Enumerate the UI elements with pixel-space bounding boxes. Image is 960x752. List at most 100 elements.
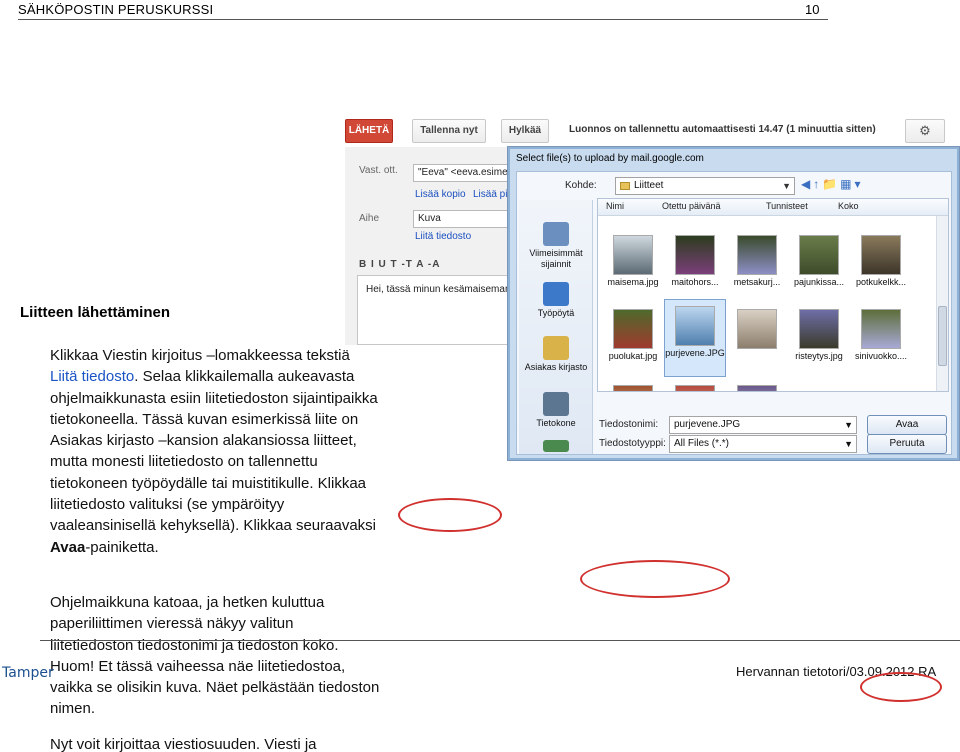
place-library[interactable]: Asiakas kirjasto	[519, 336, 593, 373]
column-tags[interactable]: Tunnisteet	[766, 201, 808, 211]
desktop-icon	[543, 282, 569, 306]
place-recent[interactable]: Viimeisimmät sijainnit	[519, 222, 593, 270]
lookin-label: Kohde:	[565, 180, 597, 191]
send-button[interactable]: LÄHETÄ	[345, 119, 393, 143]
cancel-button[interactable]: Peruuta	[867, 434, 947, 454]
file-thumbnail[interactable]: maisema.jpg	[602, 229, 664, 299]
chevron-down-icon: ▼	[782, 181, 791, 191]
file-name: maisema.jpg	[607, 277, 659, 287]
file-thumbnail[interactable]: pajunkissa...	[788, 229, 850, 299]
computer-icon	[543, 392, 569, 416]
section-heading: Liitteen lähettäminen	[20, 304, 171, 321]
file-thumbnail[interactable]: potkukelkk...	[850, 229, 912, 299]
p1-text-a: Klikkaa Viestin kirjoitus –lomakkeessa t…	[50, 347, 350, 364]
dialog-title: Select file(s) to upload by mail.google.…	[516, 153, 704, 164]
file-name: pajunkissa...	[793, 277, 845, 287]
file-list: Nimi Otettu päivänä Tunnisteet Koko mais…	[597, 198, 949, 392]
column-date[interactable]: Otettu päivänä	[662, 201, 721, 211]
save-now-button[interactable]: Tallenna nyt	[412, 119, 486, 143]
subject-label: Aihe	[359, 213, 380, 224]
open-button[interactable]: Avaa	[867, 415, 947, 435]
library-icon	[543, 336, 569, 360]
place-recent-label: Viimeisimmät sijainnit	[529, 248, 583, 269]
chevron-down-icon: ▼	[844, 420, 853, 430]
file-list-columns: Nimi Otettu päivänä Tunnisteet Koko	[598, 199, 948, 216]
filetype-value: All Files (*.*)	[674, 438, 730, 449]
column-size[interactable]: Koko	[838, 201, 859, 211]
file-thumbnail[interactable]: sinivuokko....	[850, 303, 912, 373]
filename-value: purjevene.JPG	[674, 419, 741, 430]
dialog-client: Kohde: Liitteet ▼ ◀↑📁▦▾ Viimeisimmät sij…	[516, 171, 952, 455]
attach-file-link[interactable]: Liitä tiedosto	[415, 231, 471, 242]
thumbnail-image	[861, 309, 901, 349]
folder-icon	[620, 182, 630, 190]
filetype-label: Tiedostotyyppi:	[599, 438, 666, 449]
lookin-value: Liitteet	[634, 180, 664, 191]
lookin-select[interactable]: Liitteet ▼	[615, 177, 795, 195]
thumbnail-image	[613, 235, 653, 275]
message-body-text: Hei, tässä minun kesämaisemani	[366, 284, 513, 295]
filename-label: Tiedostonimi:	[599, 419, 659, 430]
file-thumbnail[interactable]: puolukat.jpg	[602, 303, 664, 373]
place-computer-label: Tietokone	[536, 418, 576, 428]
annotation-ellipse	[398, 498, 502, 532]
p1-link-text: Liitä tiedosto	[50, 368, 135, 386]
file-name: puolukat.jpg	[608, 351, 658, 361]
filename-input[interactable]: purjevene.JPG ▼	[669, 416, 857, 434]
thumbnail-image	[737, 309, 777, 349]
p1-bold-text: Avaa	[50, 538, 86, 556]
place-desktop-label: Työpöytä	[537, 308, 575, 318]
to-field[interactable]: "Eeva" <eeva.esimerk	[413, 164, 513, 182]
file-thumbnail[interactable]	[602, 379, 664, 391]
thumbnail-image	[737, 385, 777, 391]
file-thumbnail[interactable]: risteytys.jpg	[788, 303, 850, 373]
footer-divider	[40, 640, 960, 641]
network-icon	[543, 440, 569, 452]
document-header: SÄHKÖPOSTIN PERUSKURSSI 10	[18, 0, 828, 20]
file-thumbnail[interactable]	[726, 303, 788, 373]
file-name: risteytys.jpg	[795, 351, 843, 361]
file-name: potkukelkk...	[855, 277, 907, 287]
column-name[interactable]: Nimi	[606, 201, 624, 211]
place-computer[interactable]: Tietokone	[519, 392, 593, 429]
thumbnail-image	[613, 385, 653, 391]
thumbnail-image	[799, 309, 839, 349]
recent-places-icon	[543, 222, 569, 246]
formatting-toolbar[interactable]: B I U T ‑T A ‑A	[359, 259, 440, 270]
p1-text-c: -painiketta.	[85, 538, 159, 556]
file-list-scrollbar[interactable]	[936, 216, 948, 391]
p1-text-b: . Selaa klikkailemalla aukeavasta ohjelm…	[50, 368, 378, 535]
discard-button[interactable]: Hylkää	[501, 119, 549, 143]
scrollbar-thumb[interactable]	[938, 306, 947, 366]
thumbnail-image	[613, 309, 653, 349]
thumbnail-image	[675, 235, 715, 275]
place-desktop[interactable]: Työpöytä	[519, 282, 593, 319]
subject-field[interactable]: Kuva	[413, 210, 513, 228]
file-thumbnail[interactable]: metsakurj...	[726, 229, 788, 299]
file-thumbnail[interactable]	[664, 379, 726, 391]
thumbnail-image	[675, 306, 715, 346]
thumbnail-image	[799, 235, 839, 275]
place-network[interactable]	[519, 440, 593, 454]
instruction-paragraph-3: Nyt voit kirjoittaa viestiosuuden. Viest…	[50, 736, 317, 752]
draft-status: Luonnos on tallennettu automaattisesti 1…	[569, 124, 876, 135]
to-label: Vast. ott.	[359, 165, 398, 176]
document-title: SÄHKÖPOSTIN PERUSKURSSI	[18, 2, 214, 17]
file-name: maitohors...	[671, 277, 719, 287]
file-name: purjevene.JPG	[665, 348, 725, 358]
nav-toolbar-icons[interactable]: ◀↑📁▦▾	[801, 177, 864, 191]
annotation-ellipse	[860, 672, 942, 702]
file-thumbnail[interactable]	[726, 379, 788, 391]
file-thumbnail-selected[interactable]: purjevene.JPG	[664, 299, 726, 377]
compose-toolbar: LÄHETÄ Tallenna nyt Hylkää Luonnos on ta…	[345, 115, 960, 145]
chevron-down-icon: ▼	[844, 439, 853, 449]
gear-icon[interactable]: ⚙	[905, 119, 945, 143]
places-sidebar: Viimeisimmät sijainnit Työpöytä Asiakas …	[519, 200, 593, 454]
annotation-ellipse	[580, 560, 730, 598]
instruction-paragraph-2: Ohjelmaikkuna katoaa, ja hetken kuluttua…	[50, 594, 380, 718]
file-thumbnail[interactable]: maitohors...	[664, 229, 726, 299]
add-cc-link[interactable]: Lisää kopio	[415, 189, 466, 200]
thumbnail-image	[737, 235, 777, 275]
filetype-select[interactable]: All Files (*.*) ▼	[669, 435, 857, 453]
footer-logo: Tamper	[2, 665, 54, 681]
